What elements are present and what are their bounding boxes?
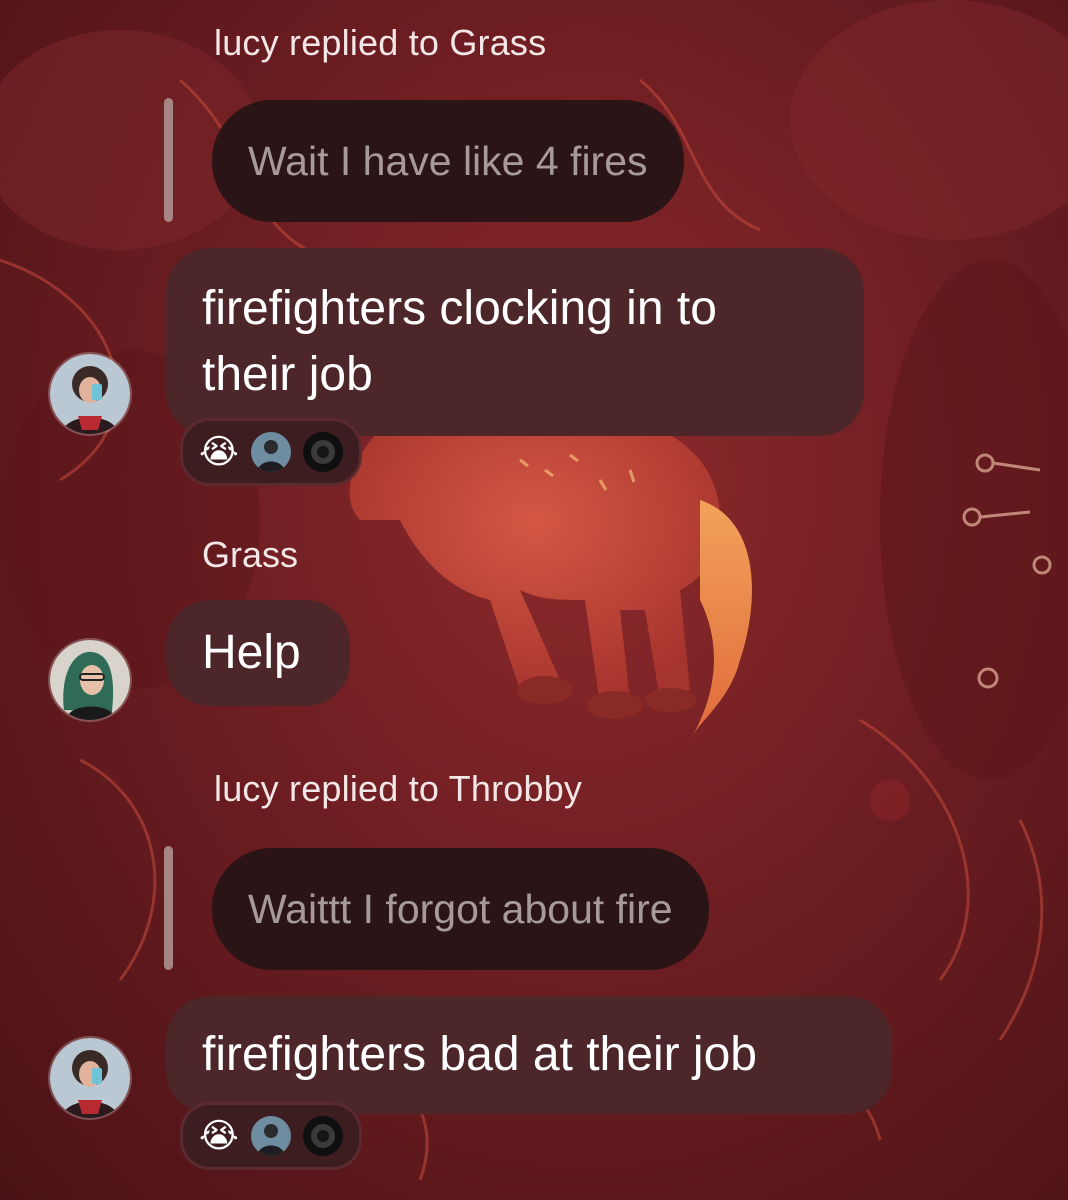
quote-indicator-bar — [164, 846, 173, 970]
message-text-line: firefighters clocking in to — [202, 282, 717, 335]
message-reactions[interactable]: 😭 — [180, 1102, 362, 1170]
message-bubble[interactable]: firefighters clocking in to their job — [166, 248, 864, 436]
profile-photo-icon — [50, 354, 130, 434]
reactor-avatar — [250, 1116, 291, 1156]
message-reactions[interactable]: 😭 — [180, 418, 362, 486]
sender-avatar-lucy[interactable] — [48, 352, 132, 436]
message-text: Help — [202, 626, 301, 679]
quoted-message-text: Waittt I forgot about fire — [248, 886, 673, 932]
quoted-message-text: Wait I have like 4 fires — [248, 138, 648, 184]
message-text-line: their job — [202, 348, 373, 401]
crying-emoji-reaction: 😭 — [199, 433, 239, 471]
reactor-avatar-dark — [302, 1116, 343, 1156]
message-text: firefighters bad at their job — [202, 1028, 757, 1081]
sender-avatar-grass[interactable] — [48, 638, 132, 722]
reactor-avatar — [250, 432, 291, 472]
message-bubble[interactable]: Help — [166, 600, 350, 706]
reactor-avatar-dark — [302, 432, 343, 472]
quoted-message-bubble[interactable]: Waittt I forgot about fire — [212, 848, 709, 970]
message-bubble[interactable]: firefighters bad at their job — [166, 996, 892, 1114]
reply-context-label: lucy replied to Grass — [214, 22, 547, 63]
reply-context-label: lucy replied to Throbby — [214, 768, 583, 809]
sender-name: Grass — [202, 534, 299, 575]
quoted-message-bubble[interactable]: Wait I have like 4 fires — [212, 100, 684, 222]
profile-photo-icon — [50, 1038, 130, 1118]
profile-photo-icon — [50, 640, 130, 720]
sender-avatar-lucy[interactable] — [48, 1036, 132, 1120]
quote-indicator-bar — [164, 98, 173, 222]
crying-emoji-reaction: 😭 — [199, 1117, 239, 1155]
